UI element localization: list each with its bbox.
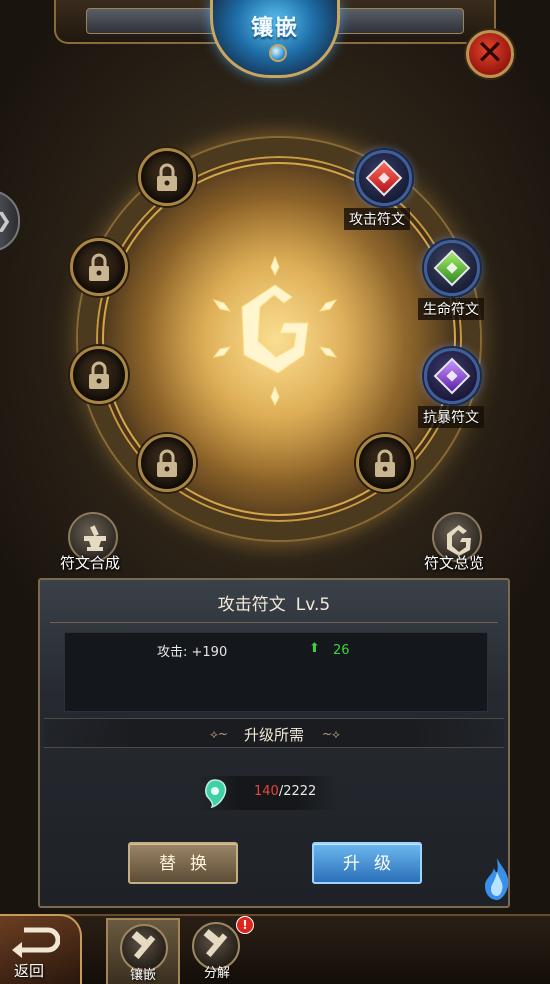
rune-name: 攻击符文 <box>217 595 286 615</box>
locked-slot[interactable] <box>138 148 196 206</box>
lock-icon <box>89 361 109 389</box>
rune-level: Lv.5 <box>295 595 331 615</box>
cost-total: /2222 <box>278 784 317 799</box>
close-button[interactable]: ✕ <box>466 30 514 78</box>
back-button[interactable]: 返回 <box>0 914 82 984</box>
locked-slot[interactable] <box>356 434 414 492</box>
panel-divider <box>50 622 498 623</box>
tab-inlay[interactable]: 镶嵌 <box>106 918 180 984</box>
green-rune-gem-icon <box>433 249 471 287</box>
life-rune-slot[interactable] <box>424 240 480 296</box>
rune-synthesis-label: 符文合成 <box>60 554 121 572</box>
bottom-nav-bar <box>0 914 550 984</box>
replace-button[interactable]: 替换 <box>128 842 238 884</box>
life-rune-label: 生命符文 <box>418 298 484 320</box>
purple-rune-gem-icon <box>433 357 471 395</box>
attack-rune-label: 攻击符文 <box>344 208 410 230</box>
locked-slot[interactable] <box>138 434 196 492</box>
tab-decompose-label: 分解 <box>203 966 230 981</box>
locked-slot[interactable] <box>70 346 128 404</box>
stats-box: 攻击: +190 ⬆ 26 <box>64 632 488 712</box>
rune-detail-title: 攻击符文 Lv.5 <box>40 590 508 615</box>
page-title: 镶嵌 <box>250 16 299 41</box>
tab-inlay-label: 镶嵌 <box>129 968 156 983</box>
blue-flame-icon <box>485 858 509 900</box>
rune-detail-panel: 攻击符文 Lv.5 攻击: +190 ⬆ 26 ⟡~ 升级所需 ~⟡ 140/22… <box>38 578 510 908</box>
crest-gem-icon <box>269 44 287 62</box>
upgrade-requirement-label: 升级所需 <box>243 726 304 744</box>
locked-slot[interactable] <box>70 238 128 296</box>
red-rune-gem-icon <box>365 159 403 197</box>
lock-icon <box>157 449 177 477</box>
attack-rune-slot[interactable] <box>356 150 412 206</box>
stat-attack: 攻击: +190 <box>157 645 228 660</box>
rune-essence-icon <box>205 779 227 809</box>
rune-overview-label: 符文总览 <box>424 554 485 572</box>
upgrade-requirement-bar: ⟡~ 升级所需 ~⟡ <box>44 718 504 748</box>
lock-icon <box>89 253 109 281</box>
lock-icon <box>157 163 177 191</box>
upgrade-button[interactable]: 升级 <box>312 842 422 884</box>
back-arrow-icon <box>12 927 60 958</box>
cost-amount: 140/2222 <box>254 784 316 799</box>
center-rune-glyph-icon <box>212 255 338 407</box>
ornament-right-icon: ~⟡ <box>322 727 340 741</box>
back-label: 返回 <box>14 962 45 980</box>
cost-have: 140 <box>254 784 279 799</box>
notification-badge: ! <box>236 916 254 934</box>
crit-resist-rune-slot[interactable] <box>424 348 480 404</box>
up-arrow-icon: ⬆ <box>309 641 320 656</box>
stat-gain-value: 26 <box>333 643 350 658</box>
lock-icon <box>375 449 395 477</box>
crit-resist-rune-label: 抗暴符文 <box>418 406 484 428</box>
